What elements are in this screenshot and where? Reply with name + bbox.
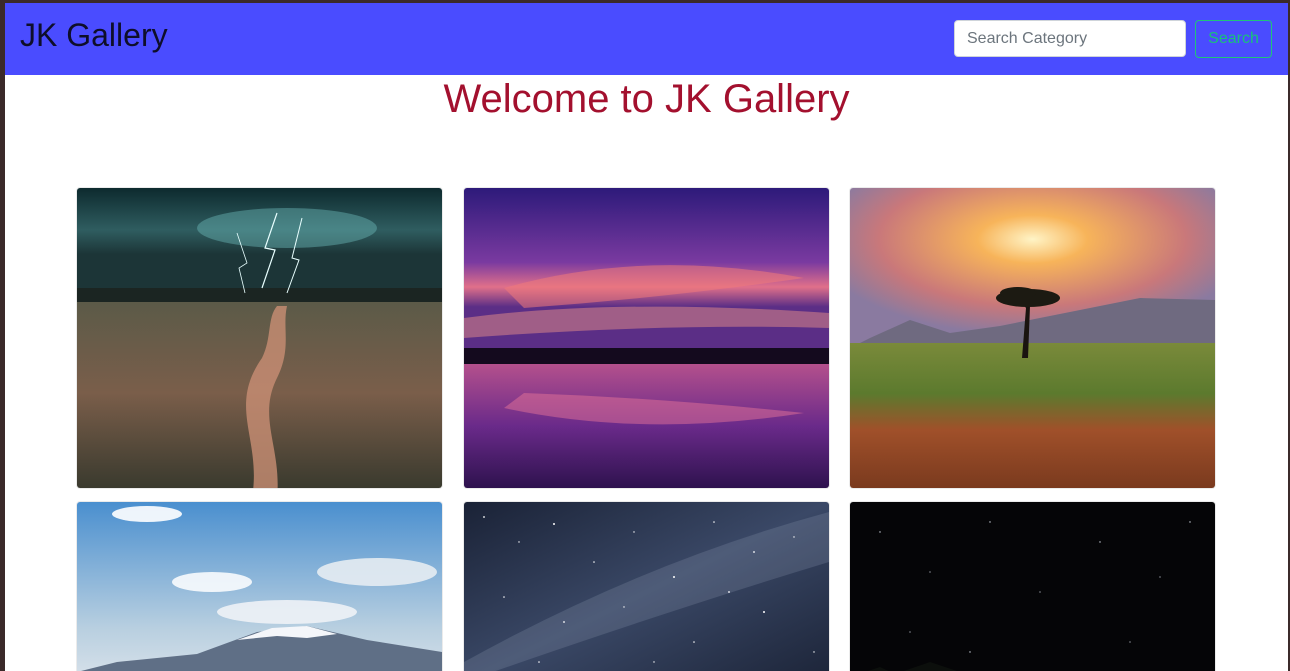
gallery-image-starry-night-sky[interactable]	[464, 502, 829, 671]
page: JK Gallery Search Welcome to JK Gallery	[5, 3, 1288, 671]
search-button[interactable]: Search	[1195, 20, 1272, 58]
brand-logo[interactable]: JK Gallery	[20, 17, 168, 53]
page-title: Welcome to JK Gallery	[443, 77, 850, 121]
gallery-image-purple-sunset-lake[interactable]	[464, 188, 829, 488]
gallery-image-snowy-mountain[interactable]	[77, 502, 442, 671]
gallery-image-storm-field[interactable]	[77, 188, 442, 488]
gallery-image-dark-night-sky[interactable]	[850, 502, 1215, 671]
search-input[interactable]	[954, 20, 1186, 57]
gallery-image-savanna-sunset-tree[interactable]	[850, 188, 1215, 488]
navbar: JK Gallery Search	[5, 3, 1288, 75]
